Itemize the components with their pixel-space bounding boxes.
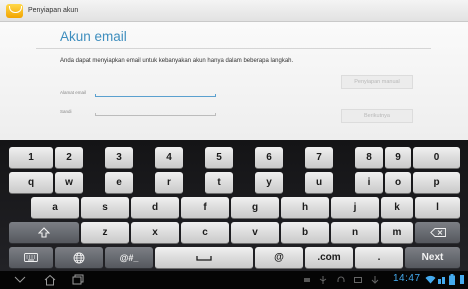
key-5[interactable]: 5 xyxy=(205,147,233,169)
email-label: Alamat email xyxy=(60,90,87,95)
backspace-key[interactable] xyxy=(415,222,460,244)
key-4[interactable]: 4 xyxy=(155,147,183,169)
password-field[interactable] xyxy=(95,113,216,116)
home-icon[interactable] xyxy=(44,274,56,286)
key-j[interactable]: j xyxy=(331,197,379,219)
key-g[interactable]: g xyxy=(231,197,279,219)
key-q[interactable]: q xyxy=(9,172,53,194)
key-c[interactable]: c xyxy=(181,222,229,244)
backspace-icon xyxy=(429,228,446,237)
key-s[interactable]: s xyxy=(81,197,129,219)
setup-description: Anda dapat menyiapkan email untuk kebany… xyxy=(60,58,294,64)
window-title: Penyiapan akun xyxy=(28,7,79,14)
key-r[interactable]: r xyxy=(155,172,183,194)
back-chevron-icon[interactable] xyxy=(14,274,26,286)
wifi-icon xyxy=(425,275,436,284)
key-t[interactable]: t xyxy=(205,172,233,194)
notification-icon xyxy=(304,278,310,282)
key-9[interactable]: 9 xyxy=(385,147,411,169)
language-key[interactable] xyxy=(55,247,103,269)
key-0[interactable]: 0 xyxy=(413,147,460,169)
key-f[interactable]: f xyxy=(181,197,229,219)
keyboard-settings-key[interactable] xyxy=(9,247,53,269)
key-z[interactable]: z xyxy=(81,222,129,244)
password-label: Sandi xyxy=(60,109,72,114)
key-y[interactable]: y xyxy=(255,172,283,194)
at-key[interactable]: @ xyxy=(255,247,303,269)
download-icon xyxy=(371,276,379,284)
key-x[interactable]: x xyxy=(131,222,179,244)
key-2[interactable]: 2 xyxy=(55,147,83,169)
key-1[interactable]: 1 xyxy=(9,147,53,169)
key-7[interactable]: 7 xyxy=(305,147,333,169)
key-3[interactable]: 3 xyxy=(105,147,133,169)
recent-apps-icon[interactable] xyxy=(72,274,84,286)
image-icon xyxy=(354,277,362,283)
space-key[interactable] xyxy=(155,247,253,269)
next-button[interactable]: Berikutnya xyxy=(341,109,413,123)
divider xyxy=(36,48,431,49)
manual-setup-button[interactable]: Penyiapan manual xyxy=(341,75,413,89)
dotcom-key[interactable]: .com xyxy=(305,247,353,269)
shift-key[interactable] xyxy=(9,222,79,244)
key-k[interactable]: k xyxy=(381,197,413,219)
clock: 14:47 xyxy=(393,273,421,284)
key-d[interactable]: d xyxy=(131,197,179,219)
usb-icon xyxy=(319,276,327,284)
key-period[interactable]: . xyxy=(355,247,403,269)
title-bar: Penyiapan akun xyxy=(0,0,468,22)
page-title: Akun email xyxy=(60,29,127,44)
email-field[interactable] xyxy=(95,93,216,98)
account-setup-form: Akun email Anda dapat menyiapkan email u… xyxy=(0,22,468,140)
globe-icon xyxy=(73,252,85,263)
system-bar: 14:47 xyxy=(0,271,468,289)
keyboard-icon xyxy=(24,253,38,262)
key-h[interactable]: h xyxy=(281,197,329,219)
key-i[interactable]: i xyxy=(355,172,383,194)
key-w[interactable]: w xyxy=(55,172,83,194)
battery-icon xyxy=(449,274,455,285)
key-8[interactable]: 8 xyxy=(355,147,383,169)
headset-icon xyxy=(337,276,345,282)
key-v[interactable]: v xyxy=(231,222,279,244)
symbols-key[interactable]: @#_ xyxy=(105,247,153,269)
signal-icon xyxy=(438,277,445,284)
next-key[interactable]: Next xyxy=(405,247,460,269)
key-p[interactable]: p xyxy=(413,172,460,194)
key-6[interactable]: 6 xyxy=(255,147,283,169)
key-l[interactable]: l xyxy=(415,197,460,219)
key-m[interactable]: m xyxy=(381,222,413,244)
key-a[interactable]: a xyxy=(31,197,79,219)
key-o[interactable]: o xyxy=(385,172,411,194)
key-u[interactable]: u xyxy=(305,172,333,194)
shift-icon xyxy=(38,227,50,238)
onscreen-keyboard: 1 2 3 4 5 6 7 8 q w e r t y u i a s d f … xyxy=(0,140,468,271)
key-e[interactable]: e xyxy=(105,172,133,194)
key-n[interactable]: n xyxy=(331,222,379,244)
key-b[interactable]: b xyxy=(281,222,329,244)
app-icon xyxy=(6,3,23,18)
charging-icon xyxy=(460,275,464,284)
space-icon xyxy=(196,255,212,261)
